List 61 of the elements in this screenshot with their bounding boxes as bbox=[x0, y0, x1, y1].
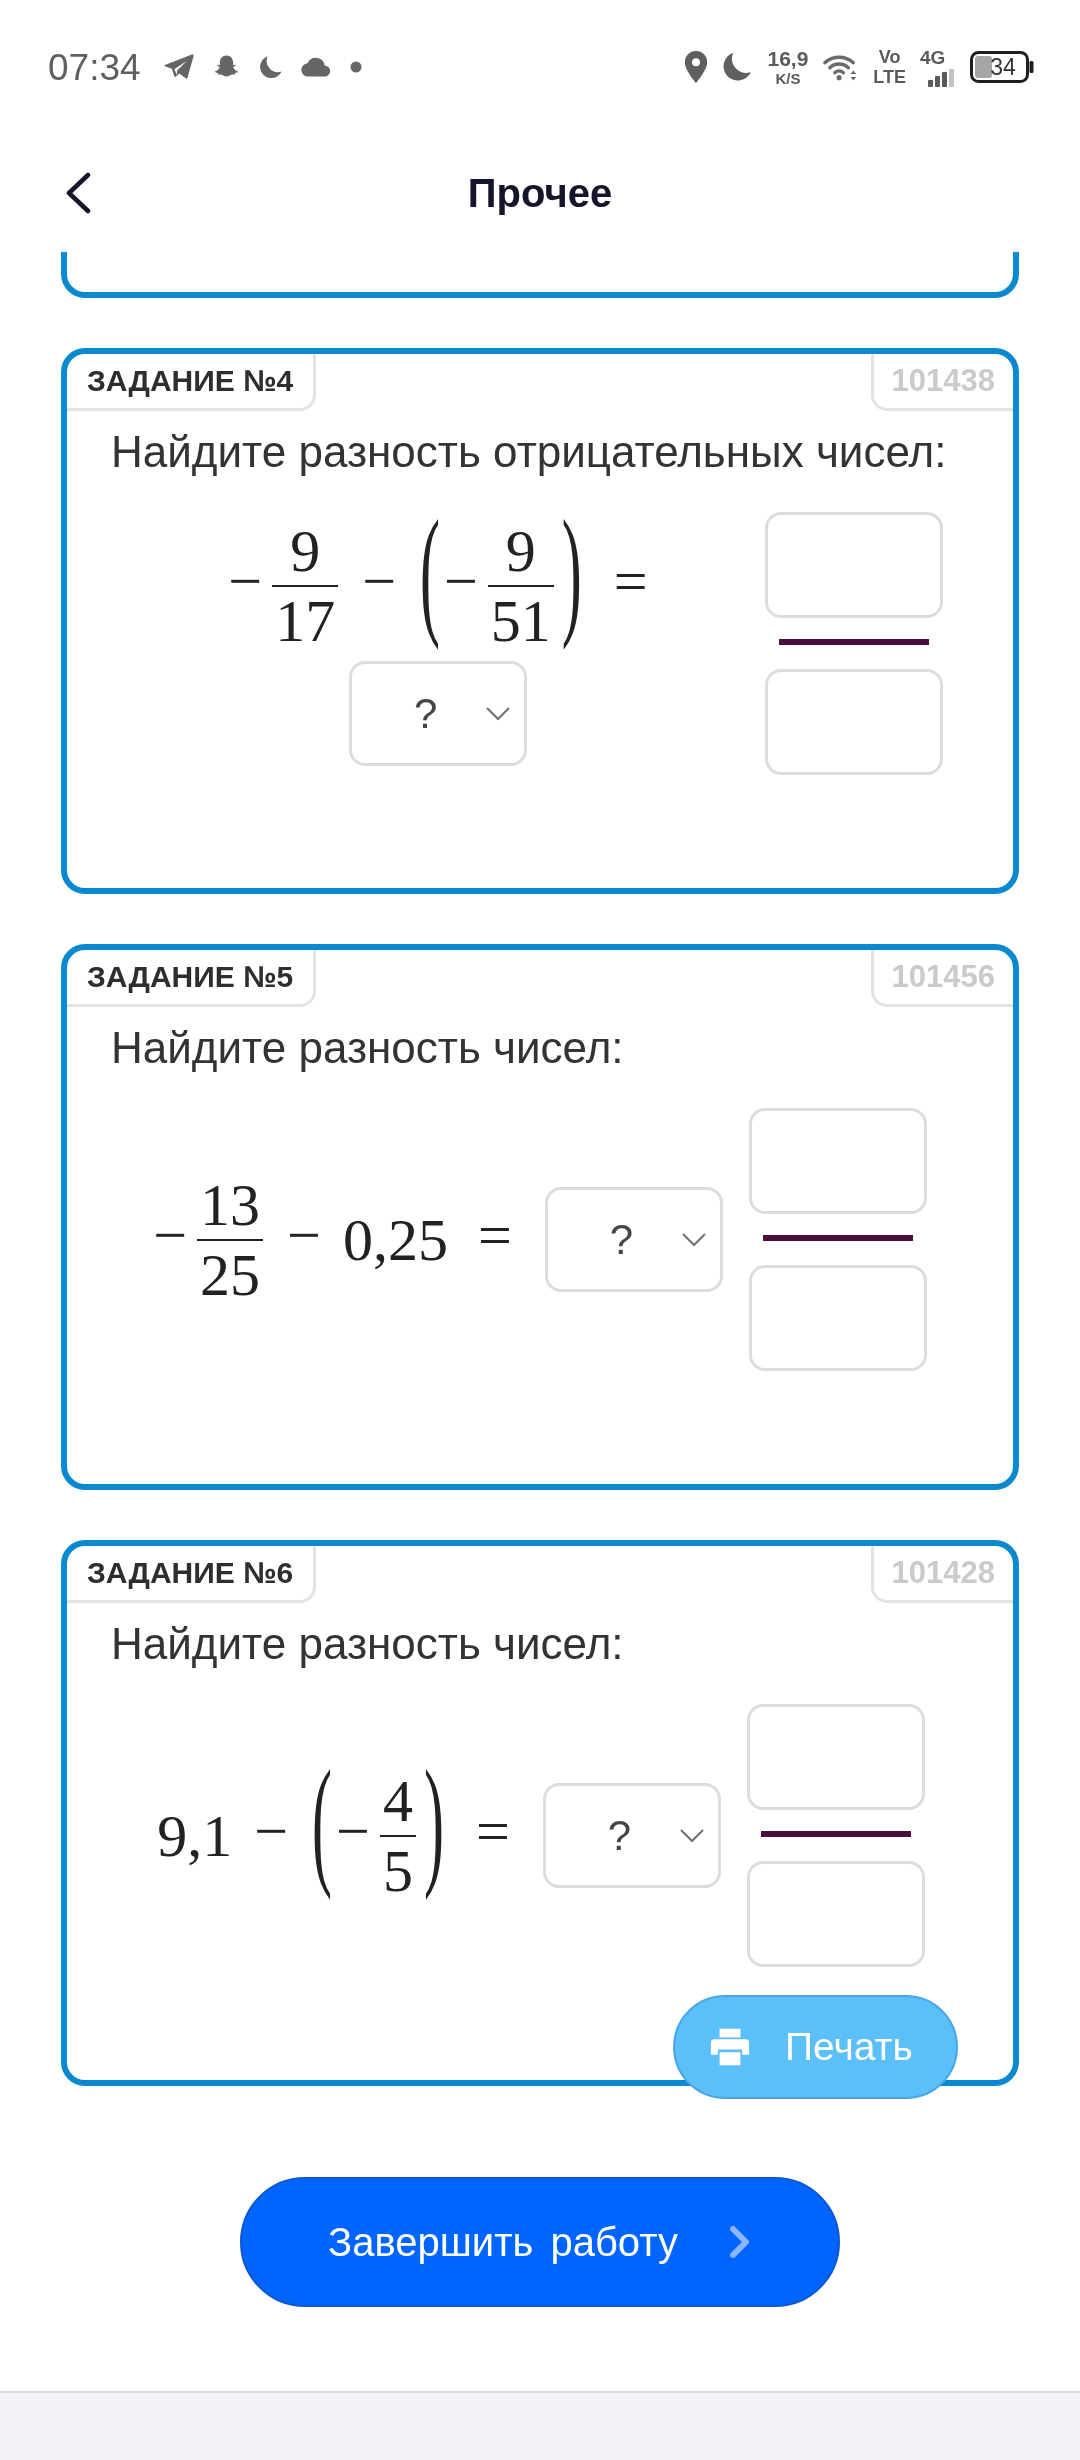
question-text: Найдите разность чисел: bbox=[111, 1023, 625, 1073]
task-label: ЗАДАНИЕ №5 bbox=[67, 950, 317, 1007]
sign-select[interactable]: ? bbox=[349, 661, 527, 766]
math-operator: − bbox=[153, 1204, 188, 1270]
math-operator: − bbox=[362, 551, 396, 616]
math-number: 0,25 bbox=[341, 1209, 449, 1270]
lte-label: LTE bbox=[873, 68, 906, 86]
denominator-input[interactable] bbox=[765, 669, 943, 775]
printer-icon bbox=[709, 2027, 751, 2067]
fraction-denominator: 17 bbox=[274, 587, 337, 651]
denominator-input[interactable] bbox=[746, 1861, 925, 1967]
chevron-right-icon bbox=[727, 2225, 752, 2259]
page-title: Прочее bbox=[467, 170, 613, 216]
open-parenthesis: ( bbox=[420, 490, 440, 653]
finish-button[interactable]: Завершить работу bbox=[240, 2177, 840, 2307]
dot-icon bbox=[349, 61, 362, 73]
fraction-numerator: 9 bbox=[504, 521, 537, 585]
equals-sign: = bbox=[477, 1204, 512, 1270]
network-speed: 16,9 bbox=[767, 48, 809, 69]
equals-sign: = bbox=[475, 1800, 510, 1866]
math-operator: − bbox=[336, 1800, 370, 1866]
close-parenthesis: ) bbox=[561, 490, 582, 653]
battery-percent: 34 bbox=[990, 55, 1016, 79]
equals-sign: = bbox=[613, 551, 648, 616]
open-parenthesis: ( bbox=[312, 1740, 333, 1902]
fraction-denominator: 51 bbox=[489, 587, 552, 651]
chevron-down-icon bbox=[486, 706, 510, 721]
sign-select[interactable]: ? bbox=[542, 1783, 721, 1888]
paper-plane-icon bbox=[162, 53, 194, 81]
math-operator: − bbox=[228, 551, 263, 616]
volte-label: Vo bbox=[878, 48, 901, 66]
task-label: ЗАДАНИЕ №4 bbox=[67, 354, 317, 411]
status-time: 07:34 bbox=[48, 48, 141, 86]
battery-icon bbox=[970, 51, 1034, 83]
cloud-icon bbox=[300, 57, 332, 77]
chevron-left-icon bbox=[65, 172, 91, 214]
question-text: Найдите разность отрицательных чисел: bbox=[111, 427, 948, 477]
chevron-down-icon bbox=[681, 1232, 706, 1247]
math-number: 9,1 bbox=[156, 1805, 234, 1866]
fraction-denominator: 5 bbox=[381, 1836, 414, 1901]
location-pin-icon bbox=[684, 51, 709, 83]
fraction-numerator: 9 bbox=[289, 521, 322, 585]
speed-unit: K/S bbox=[775, 71, 801, 86]
numerator-input[interactable] bbox=[746, 1704, 925, 1810]
moon-icon bbox=[722, 51, 754, 83]
sign-select[interactable]: ? bbox=[544, 1187, 723, 1292]
question-text: Найдите разность чисел: bbox=[111, 1619, 625, 1669]
close-parenthesis: ) bbox=[423, 1740, 444, 1902]
fraction-numerator: 4 bbox=[381, 1770, 414, 1835]
math-operator: − bbox=[254, 1800, 289, 1866]
math-operator: − bbox=[287, 1204, 321, 1270]
moon-icon bbox=[258, 54, 283, 80]
numerator-input[interactable] bbox=[765, 512, 943, 618]
denominator-input[interactable] bbox=[748, 1265, 927, 1371]
chevron-down-icon bbox=[679, 1828, 704, 1843]
numerator-input[interactable] bbox=[748, 1108, 927, 1214]
fraction-numerator: 13 bbox=[199, 1174, 262, 1239]
network-type: 4G bbox=[920, 47, 946, 67]
math-operator: − bbox=[444, 551, 478, 616]
task-label: ЗАДАНИЕ №6 bbox=[67, 1546, 317, 1603]
fraction-denominator: 25 bbox=[199, 1240, 262, 1305]
